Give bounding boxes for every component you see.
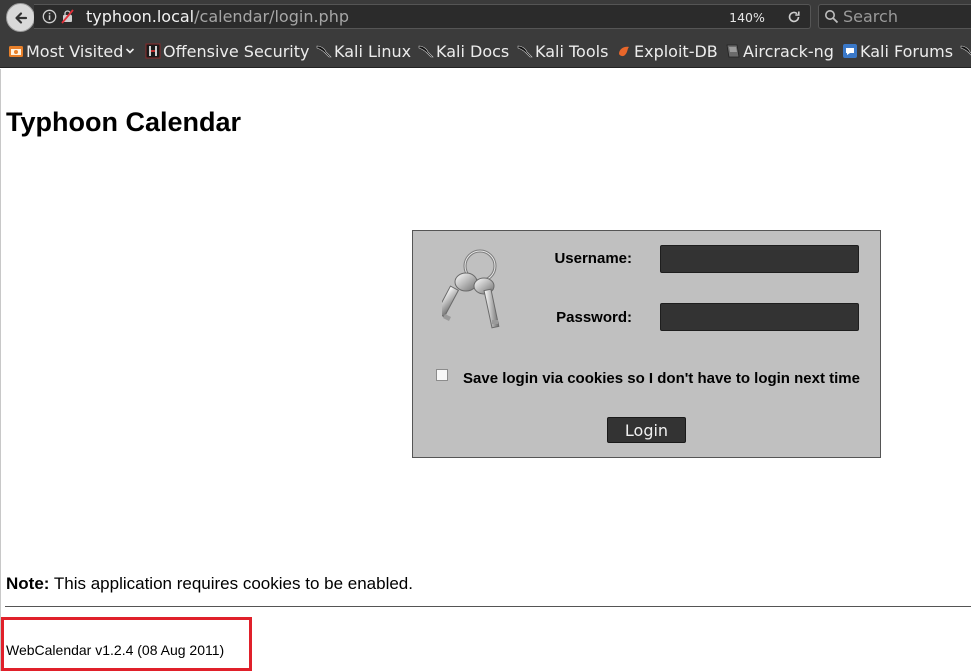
kali-dragon-icon xyxy=(960,45,971,56)
url-bar[interactable]: typhoon.local/calendar/login.php 140% xyxy=(34,4,811,29)
bookmark-label: Aircrack-ng xyxy=(743,41,834,61)
keys-icon xyxy=(442,249,500,329)
bookmark-label: Exploit-DB xyxy=(634,41,718,61)
login-panel: Username: Password: Save login via cooki… xyxy=(412,230,881,458)
bookmark-offensive-security[interactable]: Offensive Security xyxy=(145,34,309,68)
bookmark-label: Most Visited xyxy=(26,41,124,61)
bookmark-label: Kali Linux xyxy=(334,41,412,61)
page-viewport: Typhoon Calendar Username: Password: Sav… xyxy=(0,69,971,671)
bookmark-kali-docs[interactable]: Kali Docs xyxy=(418,34,509,68)
page-title: Typhoon Calendar xyxy=(6,107,242,137)
browser-toolbar: typhoon.local/calendar/login.php 140% xyxy=(0,0,971,34)
kali-forums-icon xyxy=(843,44,857,58)
search-icon xyxy=(825,10,839,24)
bookmarks-toolbar: Most Visited Offensive Security Kali Lin… xyxy=(0,34,971,68)
bookmark-overflow[interactable] xyxy=(960,34,971,68)
bookmark-aircrack-ng[interactable]: Aircrack-ng xyxy=(725,34,834,68)
bookmark-label: Kali Forums xyxy=(860,41,954,61)
cookie-note: Note: This application requires cookies … xyxy=(6,574,413,594)
most-visited-icon xyxy=(9,46,23,57)
remember-login-label[interactable]: Save login via cookies so I don't have t… xyxy=(463,370,860,387)
site-info-icon[interactable] xyxy=(42,9,57,24)
kali-dragon-icon xyxy=(418,45,434,58)
remember-login-checkbox[interactable] xyxy=(436,369,448,381)
kali-dragon-icon xyxy=(316,45,332,58)
search-input[interactable] xyxy=(843,6,971,27)
search-bar[interactable] xyxy=(818,4,971,29)
bookmark-kali-tools[interactable]: Kali Tools xyxy=(517,34,608,68)
bookmark-label: Offensive Security xyxy=(163,41,310,61)
url-text[interactable]: typhoon.local/calendar/login.php xyxy=(86,7,349,26)
chevron-down-icon xyxy=(126,48,135,54)
kali-dragon-icon xyxy=(517,45,533,58)
password-field[interactable] xyxy=(660,303,859,331)
note-text: This application requires cookies to be … xyxy=(49,574,413,593)
username-field[interactable] xyxy=(660,245,859,273)
url-path: /calendar/login.php xyxy=(194,7,349,26)
reload-icon[interactable] xyxy=(786,9,802,25)
note-label: Note: xyxy=(6,574,50,593)
exploit-db-icon xyxy=(619,46,629,57)
username-label: Username: xyxy=(554,250,632,267)
aircrack-icon xyxy=(726,44,740,58)
url-host: typhoon.local xyxy=(86,7,195,26)
arrow-left-icon xyxy=(14,11,27,24)
password-label: Password: xyxy=(556,309,632,326)
bookmark-most-visited[interactable]: Most Visited xyxy=(8,34,135,68)
insecure-connection-icon[interactable] xyxy=(60,9,75,24)
bookmark-kali-linux[interactable]: Kali Linux xyxy=(316,34,411,68)
bookmark-kali-forums[interactable]: Kali Forums xyxy=(842,34,953,68)
footer-divider xyxy=(5,606,971,607)
version-text: WebCalendar v1.2.4 (08 Aug 2011) xyxy=(6,642,225,658)
bookmark-label: Kali Docs xyxy=(436,41,510,61)
zoom-level-indicator[interactable]: 140% xyxy=(724,9,770,26)
login-button[interactable]: Login xyxy=(607,417,686,443)
bookmark-label: Kali Tools xyxy=(535,41,609,61)
back-button[interactable] xyxy=(6,3,35,32)
bookmark-exploit-db[interactable]: Exploit-DB xyxy=(616,34,718,68)
offensive-security-icon xyxy=(145,43,161,59)
